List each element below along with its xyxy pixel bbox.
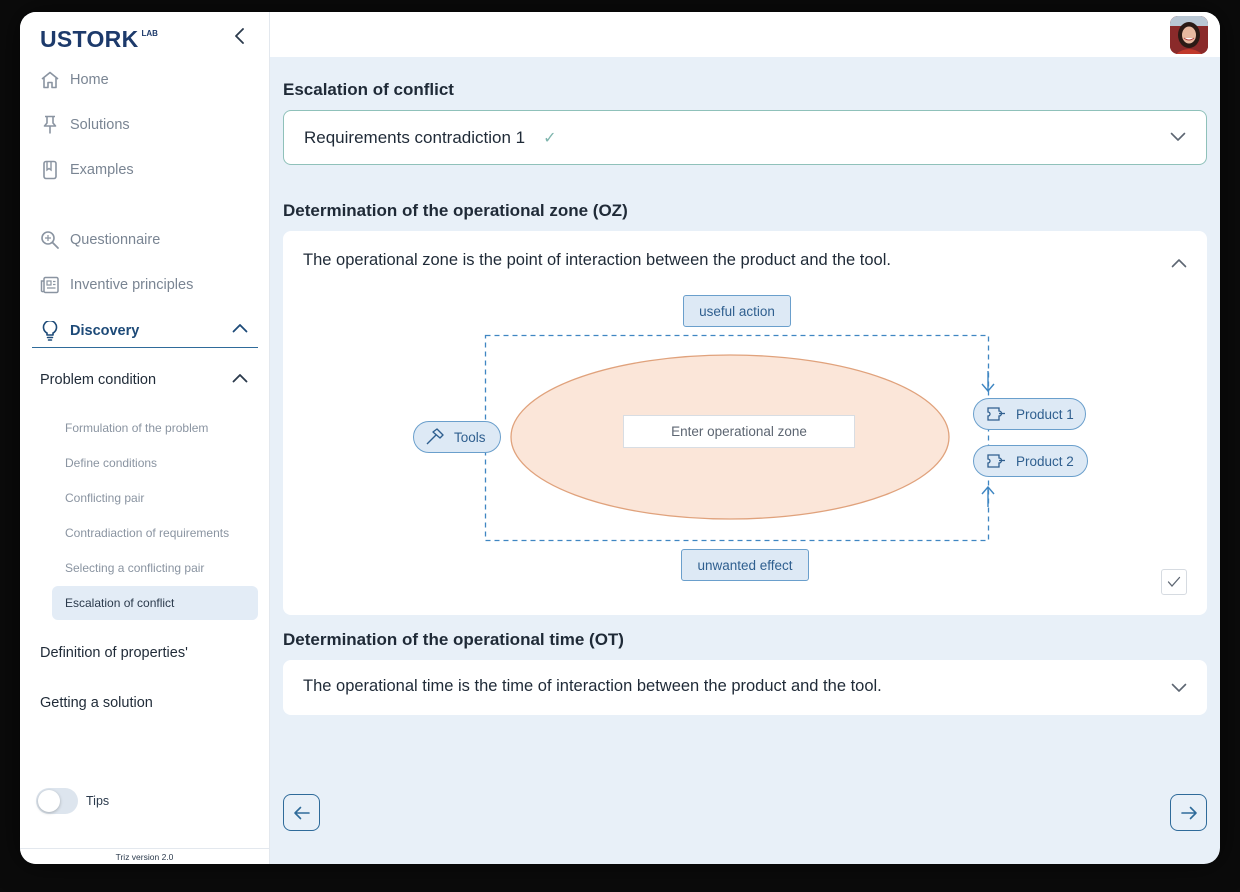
sub-item-selecting-pair[interactable]: Selecting a conflicting pair <box>52 551 258 585</box>
check-icon: ✓ <box>543 130 557 147</box>
nav-examples[interactable]: Examples <box>40 155 134 185</box>
ot-description: The operational time is the time of inte… <box>303 677 882 696</box>
arrow-left-icon <box>293 806 310 819</box>
tips-toggle[interactable] <box>36 788 78 814</box>
previous-button[interactable] <box>283 794 320 831</box>
escalation-selected: Requirements contradiction 1 ✓ <box>304 128 557 148</box>
nav-inventive-principles[interactable]: Inventive principles <box>40 270 193 300</box>
logo-superscript: LAB <box>141 29 158 38</box>
section-problem-condition[interactable]: Problem condition <box>40 367 258 393</box>
app-window: USTORK LAB Home Solutions Examples Quest… <box>20 12 1220 864</box>
useful-action-tag: useful action <box>683 295 791 327</box>
sub-item-conflicting-pair[interactable]: Conflicting pair <box>52 481 258 515</box>
sub-item-define-conditions[interactable]: Define conditions <box>52 446 258 480</box>
nav-solutions-label: Solutions <box>70 117 130 133</box>
sub-item-label: Define conditions <box>65 456 158 470</box>
confirm-checkbox[interactable] <box>1161 569 1187 595</box>
sub-item-label: Escalation of conflict <box>65 596 175 610</box>
nav-discovery[interactable]: Discovery <box>32 314 258 348</box>
ot-dropdown[interactable]: The operational time is the time of inte… <box>283 660 1207 715</box>
avatar[interactable] <box>1170 16 1208 54</box>
nav-discovery-label: Discovery <box>70 322 140 339</box>
nav-examples-label: Examples <box>70 162 134 178</box>
logo-text: USTORK <box>40 26 139 52</box>
sub-item-label: Conflicting pair <box>65 491 145 505</box>
puzzle-icon <box>987 454 1005 468</box>
oz-panel: The operational zone is the point of int… <box>283 231 1207 615</box>
oz-title: Determination of the operational zone (O… <box>283 201 628 220</box>
puzzle-icon <box>987 407 1005 421</box>
nav-home-label: Home <box>70 72 109 88</box>
ot-description-text: The operational time is the time of inte… <box>303 677 882 695</box>
top-bar <box>270 12 1220 57</box>
tips-toggle-wrap: Tips <box>36 788 109 814</box>
unwanted-effect-tag: unwanted effect <box>681 549 809 581</box>
unwanted-effect-label: unwanted effect <box>697 557 793 573</box>
toggle-knob <box>38 790 60 812</box>
chevron-up-icon <box>232 374 248 383</box>
arrow-up-icon <box>981 485 995 507</box>
tips-label: Tips <box>86 794 110 808</box>
sub-item-escalation[interactable]: Escalation of conflict <box>52 586 258 620</box>
product2-label: Product 2 <box>1016 453 1074 469</box>
version-label: Triz version 2.0 <box>20 848 269 864</box>
operational-zone-input[interactable] <box>623 415 855 448</box>
ot-title: Determination of the operational time (O… <box>283 630 624 649</box>
arrow-right-icon <box>1180 806 1197 819</box>
nav-questionnaire[interactable]: Questionnaire <box>40 225 160 255</box>
nav-home[interactable]: Home <box>40 65 109 95</box>
chevron-up-icon <box>232 324 248 333</box>
sidebar: USTORK LAB Home Solutions Examples Quest… <box>20 12 270 864</box>
book-icon <box>40 160 60 180</box>
section-definition-label: Definition of properties' <box>40 645 188 661</box>
nav-solutions[interactable]: Solutions <box>40 110 130 140</box>
section-definition-of-properties[interactable]: Definition of properties' <box>40 640 258 666</box>
hammer-icon <box>426 428 444 445</box>
next-button[interactable] <box>1170 794 1207 831</box>
section-problem-condition-label: Problem condition <box>40 372 157 388</box>
sub-item-label: Contradiaction of requirements <box>65 526 230 540</box>
product1-pill[interactable]: Product 1 <box>973 398 1086 430</box>
escalation-dropdown[interactable]: Requirements contradiction 1 ✓ <box>283 110 1207 165</box>
nav-questionnaire-label: Questionnaire <box>70 232 161 248</box>
pin-icon <box>40 115 60 135</box>
newspaper-icon <box>40 275 60 295</box>
chevron-down-icon <box>1170 132 1186 141</box>
home-icon <box>40 70 60 90</box>
arrow-down-icon <box>981 371 995 393</box>
logo: USTORK LAB <box>40 26 158 53</box>
chevron-left-icon <box>235 28 244 44</box>
escalation-title: Escalation of conflict <box>283 80 454 99</box>
checkmark-icon <box>1167 576 1181 587</box>
product2-pill[interactable]: Product 2 <box>973 445 1088 477</box>
escalation-selected-label: Requirements contradiction 1 <box>304 128 526 147</box>
sub-item-label: Selecting a conflicting pair <box>65 561 205 575</box>
lightbulb-icon <box>40 320 60 341</box>
tools-pill[interactable]: Tools <box>413 421 501 453</box>
collapse-sidebar-button[interactable] <box>228 24 252 48</box>
tools-label: Tools <box>454 429 486 445</box>
useful-action-label: useful action <box>699 303 775 319</box>
sub-item-contradiction[interactable]: Contradiaction of requirements <box>52 516 258 550</box>
search-icon <box>40 230 60 250</box>
chevron-down-icon <box>1171 683 1187 692</box>
section-getting-a-solution[interactable]: Getting a solution <box>40 690 258 716</box>
sub-item-formulation[interactable]: Formulation of the problem <box>52 411 258 445</box>
section-solution-label: Getting a solution <box>40 695 153 711</box>
oz-diagram: useful action unwanted effect Tools Prod… <box>283 231 1207 615</box>
nav-inventive-principles-label: Inventive principles <box>70 277 194 293</box>
sub-item-label: Formulation of the problem <box>65 421 209 435</box>
product1-label: Product 1 <box>1016 406 1074 422</box>
